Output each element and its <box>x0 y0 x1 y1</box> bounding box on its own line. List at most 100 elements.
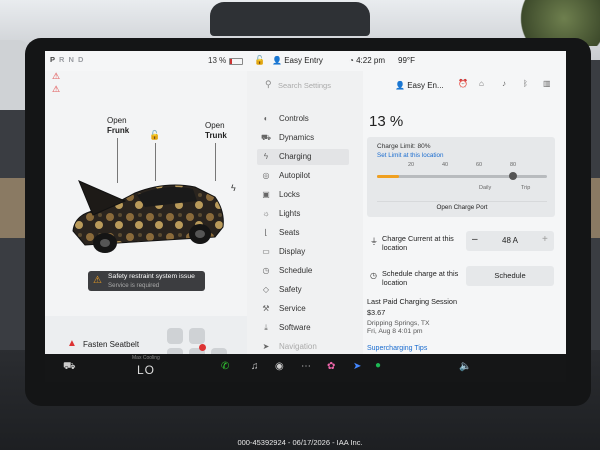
seatbelt-warning-icon: ⚠ <box>52 84 61 94</box>
person-icon: 👤 <box>395 81 405 90</box>
volume-icon[interactable]: 🔈 <box>459 361 471 372</box>
bottom-dock: ⛟ Max Cooling LO ✆ ♫ ◉ ⋯ ✿ ➤ ● 🔈 <box>45 354 566 382</box>
trip-label: Trip <box>521 185 531 191</box>
charge-current-stepper: – 48 A + <box>466 231 554 251</box>
wrench-icon: ⚒ <box>262 304 270 313</box>
schedule-button[interactable]: Schedule <box>466 266 554 286</box>
last-paid-title: Last Paid Charging Session <box>367 297 458 306</box>
touchscreen: P R N D 13 % 🔓 👤 Easy Entry ◔ 4:22 pm 99… <box>45 51 566 354</box>
clock: ◔ 4:22 pm <box>349 56 385 65</box>
open-frunk-button[interactable]: Open Frunk <box>107 116 129 136</box>
set-limit-link[interactable]: Set Limit at this location <box>377 152 444 159</box>
charge-limit-text: Charge Limit: 80% <box>377 143 431 150</box>
car-icon[interactable]: ⛟ <box>63 361 76 374</box>
last-paid-cost: $3.67 <box>367 308 386 317</box>
search-input[interactable]: Search Settings <box>278 81 331 90</box>
battery-icon <box>229 58 243 65</box>
download-icon: ⤓ <box>264 323 268 332</box>
light-icon: ☼ <box>262 209 270 218</box>
open-charge-port-button[interactable]: Open Charge Port <box>377 201 547 214</box>
spotify-icon[interactable]: ● <box>375 360 381 371</box>
seat-map <box>165 324 231 354</box>
warning-triangle-icon: ⚠ <box>93 275 102 286</box>
bolt-icon: ϟ <box>263 152 269 161</box>
shield-icon: ◇ <box>262 285 270 294</box>
music-icon[interactable]: ♫ <box>251 361 259 372</box>
occupant-alert-dot <box>199 344 206 351</box>
climate-mode: Max Cooling <box>132 355 160 361</box>
clock-icon: ◔ <box>349 56 354 65</box>
charge-percent: 13 % <box>369 113 404 130</box>
tick-20: 20 <box>408 162 415 168</box>
menu-schedule[interactable]: ◷ Schedule <box>257 263 349 279</box>
alert-icon: ▲ <box>67 338 77 349</box>
search-icon: ⚲ <box>265 79 272 89</box>
open-trunk-button[interactable]: Open Trunk <box>205 121 227 141</box>
navigate-icon[interactable]: ➤ <box>353 361 361 372</box>
airbag-warning-icon: ⚠ <box>52 71 61 81</box>
gear-indicator: P R N D <box>50 55 85 64</box>
menu-service[interactable]: ⚒ Service <box>257 301 349 317</box>
charge-current-value: 48 A <box>502 236 519 245</box>
lock-icon[interactable]: 🔓 <box>254 55 265 66</box>
lock-icon: ▣ <box>262 190 270 199</box>
charge-current-row: ⏚ Charge Current at this location – 48 A… <box>367 231 557 253</box>
increase-current-button[interactable]: + <box>542 234 548 245</box>
clock-icon: ◷ <box>370 271 377 280</box>
home-icon[interactable]: ⌂ <box>479 79 484 88</box>
climate-temperature[interactable]: LO <box>137 363 155 377</box>
restraint-alert[interactable]: ⚠ Safety restraint system issue Service … <box>88 271 205 291</box>
nav-icon: ➤ <box>262 342 270 351</box>
menu-seats[interactable]: ⌊ Seats <box>257 225 349 241</box>
car-illustration <box>72 180 224 253</box>
toybox-icon[interactable]: ✿ <box>327 361 335 372</box>
menu-safety[interactable]: ◇ Safety <box>257 282 349 298</box>
more-apps-icon[interactable]: ⋯ <box>301 361 311 372</box>
plug-icon: ⏚ <box>370 237 378 246</box>
charge-port-bolt-icon[interactable]: ϟ <box>231 183 236 193</box>
menu-dynamics[interactable]: ⛟ Dynamics <box>257 130 349 146</box>
vehicle-outside <box>210 2 370 36</box>
auction-watermark: 000-45392924 - 06/17/2026 - IAA Inc. <box>237 438 363 447</box>
wifi-icon[interactable]: ▥ <box>543 79 551 88</box>
car-view: ⚠ ⚠ Open Frunk 🔓 Open Trunk ϟ ⚠ Safety r… <box>45 71 247 354</box>
menu-autopilot[interactable]: ◎ Autopilot <box>257 168 349 184</box>
last-paid-details: Dripping Springs, TX Fri, Aug 8 4:01 pm <box>367 320 430 335</box>
tick-40: 40 <box>442 162 449 168</box>
decrease-current-button[interactable]: – <box>472 234 478 245</box>
tick-60: 60 <box>476 162 483 168</box>
battery-percent: 13 % <box>208 56 227 65</box>
menu-software[interactable]: ⤓ Software <box>257 320 349 336</box>
unlocked-icon[interactable]: 🔓 <box>149 130 160 141</box>
menu-charging[interactable]: ϟ Charging <box>257 149 349 165</box>
tick-80: 80 <box>510 162 517 168</box>
car-icon: ⛟ <box>261 133 272 142</box>
person-icon: 👤 <box>272 56 282 65</box>
menu-controls[interactable]: ◐ Controls <box>257 111 349 127</box>
charge-limit-handle[interactable] <box>509 172 517 180</box>
status-bar: P R N D 13 % 🔓 👤 Easy Entry ◔ 4:22 pm 99… <box>45 51 566 71</box>
header-profile[interactable]: 👤 Easy En... <box>395 81 444 90</box>
daily-label: Daily <box>479 185 492 191</box>
phone-icon[interactable]: ✆ <box>221 361 229 372</box>
display-icon: ▭ <box>262 247 270 256</box>
wood-trim-left <box>0 178 26 238</box>
outside-temperature: 99°F <box>398 56 415 65</box>
seat-icon: ⌊ <box>264 228 268 237</box>
supercharging-tips-link[interactable]: Supercharging Tips <box>367 345 427 352</box>
menu-navigation[interactable]: ➤ Navigation <box>257 339 349 354</box>
bluetooth-icon[interactable]: ᛒ <box>523 79 528 88</box>
bell-icon[interactable]: ♪ <box>502 79 506 88</box>
menu-lights[interactable]: ☼ Lights <box>257 206 349 222</box>
charge-limit-card: Charge Limit: 80% Set Limit at this loca… <box>367 137 555 217</box>
camera-icon[interactable]: ◉ <box>275 361 284 372</box>
battery-level-fill <box>377 175 400 178</box>
menu-display[interactable]: ▭ Display <box>257 244 349 260</box>
driver-profile[interactable]: 👤 Easy Entry <box>272 56 323 65</box>
alarm-icon[interactable]: ⏰ <box>458 79 468 88</box>
schedule-row: ◷ Schedule charge at this location Sched… <box>367 266 557 290</box>
charge-limit-slider[interactable] <box>377 172 547 180</box>
menu-locks[interactable]: ▣ Locks <box>257 187 349 203</box>
clock-icon: ◷ <box>262 266 270 275</box>
steering-icon: ◎ <box>262 171 270 180</box>
